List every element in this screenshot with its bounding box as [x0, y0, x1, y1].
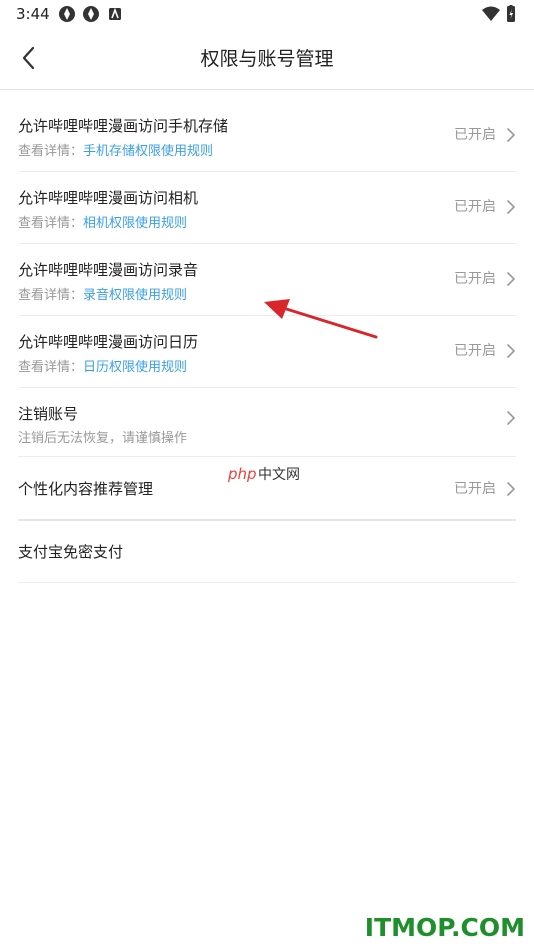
svg-text:php: php: [228, 465, 257, 483]
status-label: 已开启: [454, 343, 496, 359]
status-label: 已开启: [454, 199, 496, 215]
alipay-password-free-row[interactable]: 支付宝免密支付: [18, 521, 516, 583]
row-detail-prefix: 查看详情：: [18, 144, 84, 159]
row-detail-prefix: 查看详情：: [18, 216, 84, 231]
row-title: 支付宝免密支付: [18, 543, 124, 561]
chevron-right-icon: [507, 200, 515, 214]
permission-row-storage[interactable]: 允许哔哩哔哩漫画访问手机存储 查看详情：手机存储权限使用规则 已开启: [18, 100, 516, 172]
row-detail: 查看详情：日历权限使用规则: [18, 359, 187, 377]
permission-row-camera[interactable]: 允许哔哩哔哩漫画访问相机 查看详情：相机权限使用规则 已开启: [18, 172, 516, 244]
chevron-right-icon: [507, 272, 515, 286]
red-arrow-annotation: [264, 299, 378, 339]
microphone-rules-link[interactable]: 录音权限使用规则: [83, 288, 187, 303]
row-detail-prefix: 查看详情：: [18, 360, 84, 375]
row-detail-prefix: 查看详情：: [18, 288, 84, 303]
status-time: 3:44: [16, 5, 50, 23]
page-title: 权限与账号管理: [200, 48, 334, 70]
row-title: 允许哔哩哔哩漫画访问日历: [18, 333, 199, 351]
row-detail: 查看详情：相机权限使用规则: [18, 215, 187, 233]
status-label: 已开启: [454, 481, 496, 497]
chevron-right-icon: [507, 482, 515, 496]
row-title: 允许哔哩哔哩漫画访问手机存储: [18, 117, 229, 135]
app-notification-icon: [109, 7, 121, 20]
battery-icon: [507, 5, 515, 22]
wifi-icon: [482, 6, 500, 21]
chevron-right-icon: [507, 411, 515, 425]
status-label: 已开启: [454, 271, 496, 287]
chevron-right-icon: [507, 128, 515, 142]
camera-rules-link[interactable]: 相机权限使用规则: [83, 216, 187, 231]
aperture-icon-1: [59, 6, 75, 22]
calendar-rules-link[interactable]: 日历权限使用规则: [83, 360, 187, 375]
row-detail: 查看详情：手机存储权限使用规则: [18, 143, 213, 161]
title-bar: 权限与账号管理: [0, 28, 534, 90]
row-title: 允许哔哩哔哩漫画访问相机: [18, 189, 199, 207]
itmop-watermark: ITMOP.COM: [364, 913, 525, 942]
row-warning: 注销后无法恢复，请谨慎操作: [18, 431, 188, 446]
storage-rules-link[interactable]: 手机存储权限使用规则: [83, 144, 213, 159]
screen: 3:44 权限与账号管理 允许哔哩哔哩漫画访问手机存储 查看详情：手机存储权限使…: [0, 0, 534, 950]
system-icons: [482, 5, 515, 22]
status-bar: 3:44: [0, 0, 534, 28]
row-detail: 查看详情：录音权限使用规则: [18, 287, 187, 305]
svg-text:中文网: 中文网: [258, 467, 300, 483]
cancel-account-row[interactable]: 注销账号 注销后无法恢复，请谨慎操作: [18, 388, 516, 457]
row-title: 允许哔哩哔哩漫画访问录音: [18, 261, 199, 279]
row-title: 个性化内容推荐管理: [18, 480, 154, 498]
status-label: 已开启: [454, 127, 496, 143]
row-title: 注销账号: [18, 405, 79, 423]
aperture-icon-2: [83, 6, 99, 22]
chevron-right-icon: [507, 344, 515, 358]
notification-icons: [59, 6, 121, 22]
php-cn-watermark: php 中文网: [228, 465, 300, 483]
